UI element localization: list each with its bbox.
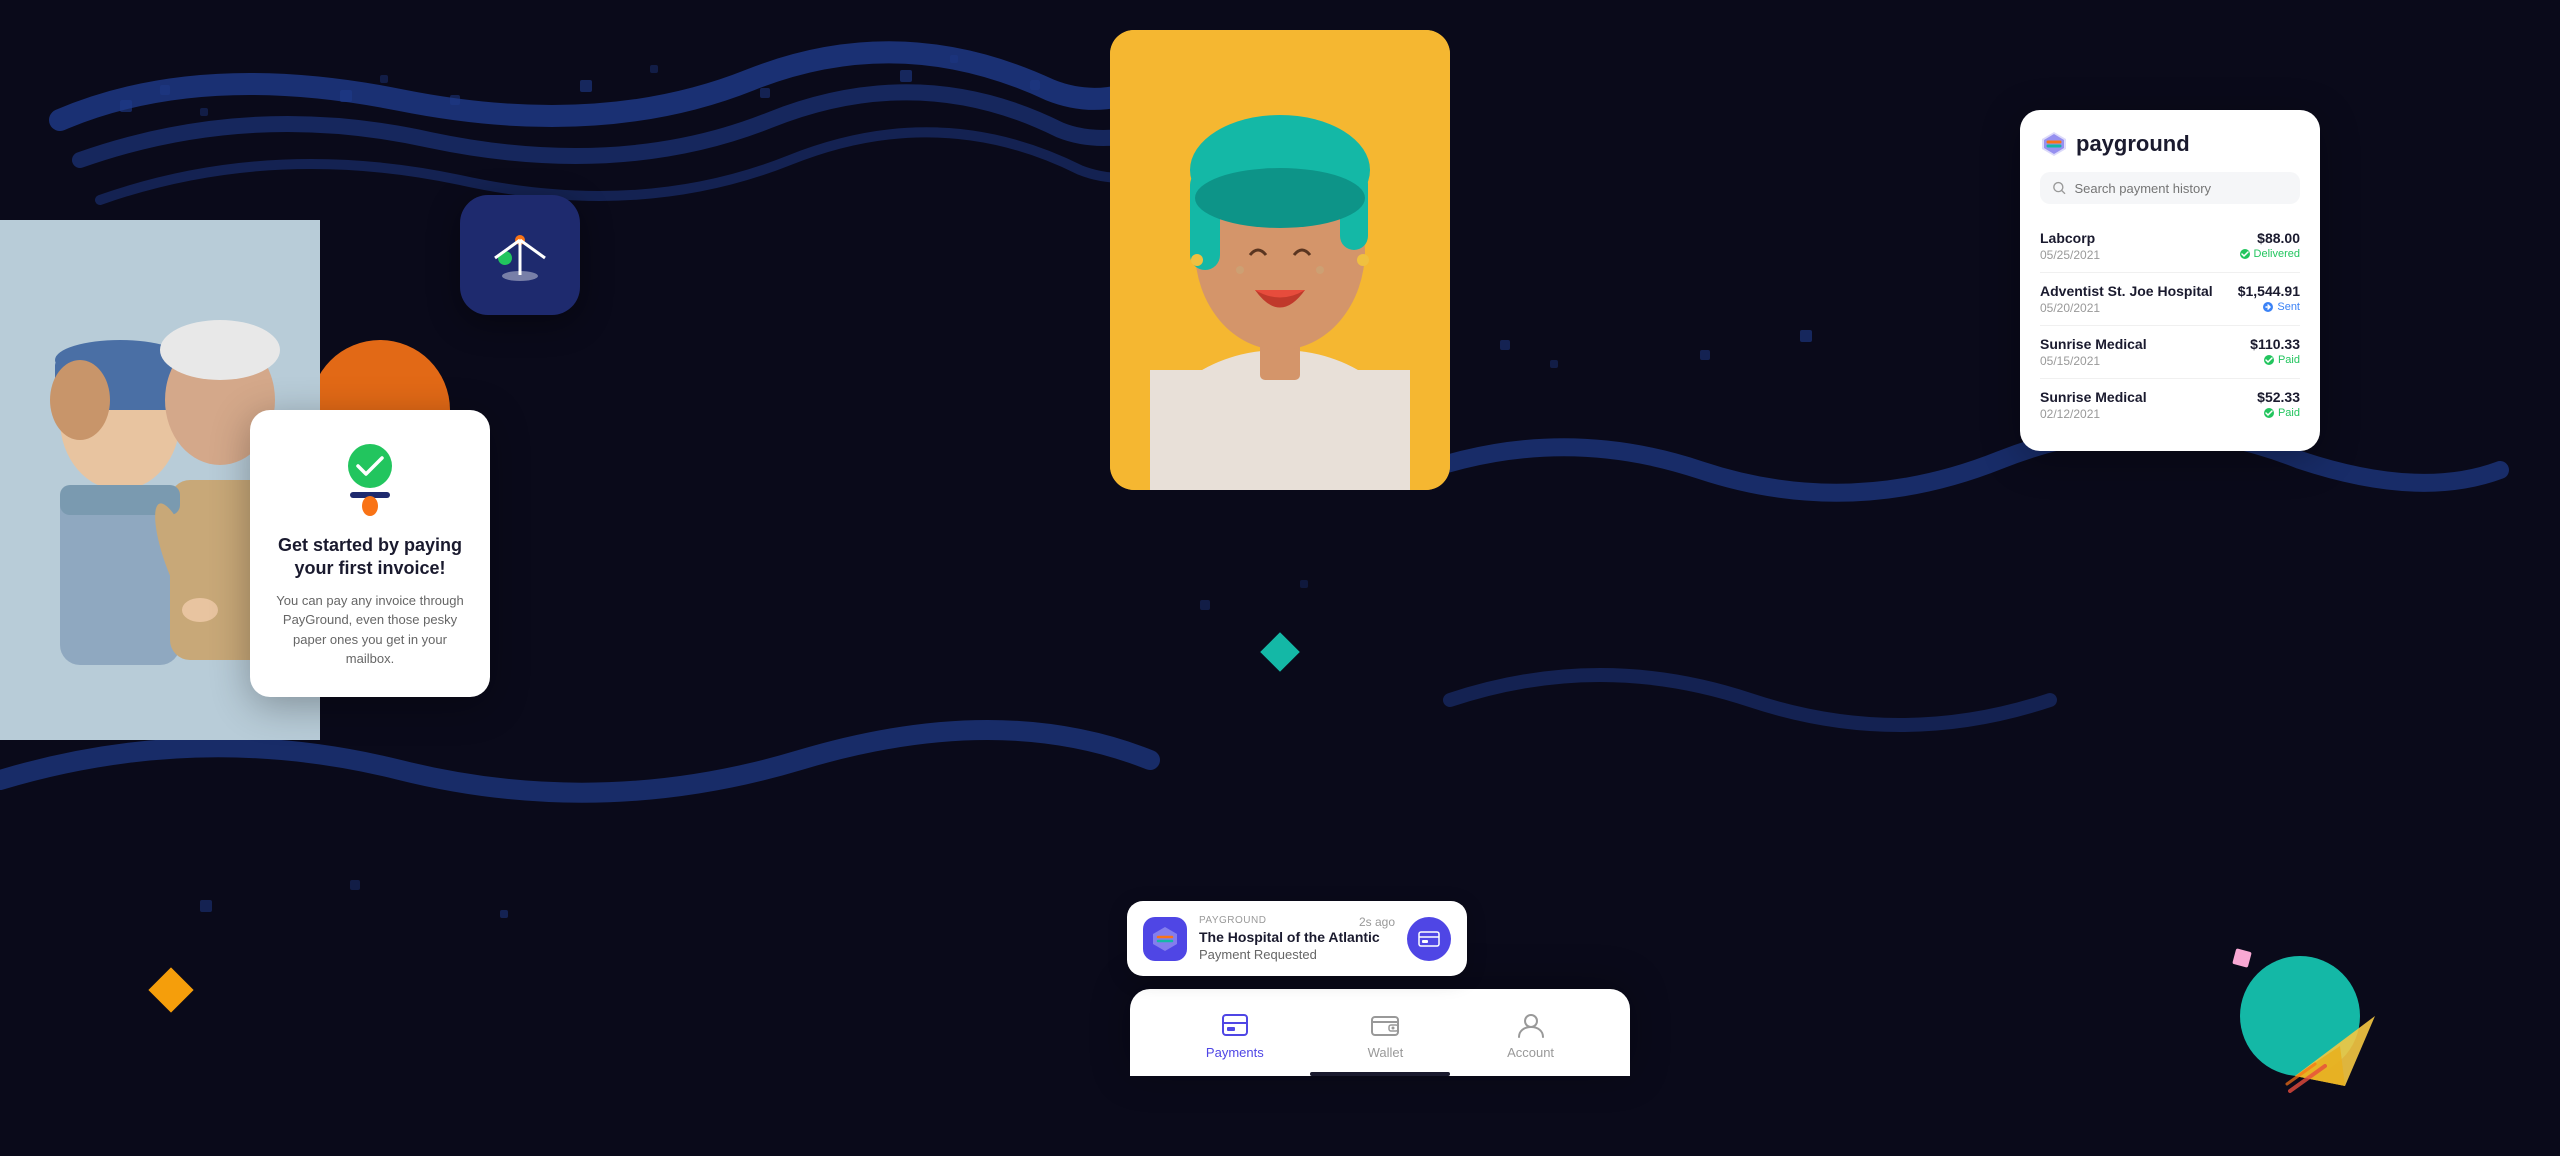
app-icon — [460, 195, 580, 315]
payments-icon — [1219, 1009, 1251, 1041]
payment-date-0: 05/25/2021 — [2040, 248, 2100, 262]
tab-indicator — [1310, 1072, 1450, 1076]
invoice-description: You can pay any invoice through PayGroun… — [274, 591, 466, 669]
wallet-tab-label: Wallet — [1368, 1045, 1404, 1060]
invoice-card: Get started by paying your first invoice… — [250, 410, 490, 697]
search-icon — [2052, 180, 2066, 196]
payments-tab-icon — [1219, 1009, 1251, 1041]
wallet-tab-icon — [1369, 1009, 1401, 1041]
payground-logo-text: payground — [2076, 131, 2190, 157]
notification-card: PAYGROUND 2s ago The Hospital of the Atl… — [1127, 901, 1467, 976]
payment-history-card: payground Labcorp 05/25/2021 $88.00 Deli… — [2020, 110, 2320, 451]
notification-provider: The Hospital of the Atlantic — [1199, 929, 1395, 945]
wallet-icon — [1369, 1009, 1401, 1041]
scale-icon — [485, 220, 555, 290]
notification-action: Payment Requested — [1199, 947, 1395, 962]
payment-date-2: 05/15/2021 — [2040, 354, 2147, 368]
payment-row-1: Adventist St. Joe Hospital 05/20/2021 $1… — [2040, 273, 2300, 326]
account-tab-label: Account — [1507, 1045, 1554, 1060]
center-photo-card — [1110, 30, 1450, 490]
status-3: Paid — [2257, 407, 2300, 419]
invoice-title: Get started by paying your first invoice… — [274, 534, 466, 581]
search-input[interactable] — [2074, 181, 2288, 196]
diamond-yellow — [148, 967, 193, 1012]
payment-icon — [1417, 927, 1441, 951]
mobile-bottom-nav: Payments Wallet — [1130, 989, 1630, 1076]
invoice-check-icon — [330, 438, 410, 518]
notification-pay-button[interactable] — [1407, 917, 1451, 961]
provider-name-3: Sunrise Medical — [2040, 389, 2147, 405]
provider-name-1: Adventist St. Joe Hospital — [2040, 283, 2213, 299]
payground-logo-icon — [2040, 130, 2068, 158]
pink-square-decoration — [2232, 948, 2252, 968]
scene: payground Labcorp 05/25/2021 $88.00 Deli… — [0, 0, 2560, 1156]
delivered-icon — [2239, 248, 2251, 260]
account-icon — [1515, 1009, 1547, 1041]
provider-name-2: Sunrise Medical — [2040, 336, 2147, 352]
provider-name-0: Labcorp — [2040, 230, 2100, 246]
paper-plane-decoration — [2285, 996, 2385, 1096]
paid-icon-3 — [2263, 407, 2275, 419]
payment-card-header: payground — [2040, 130, 2300, 158]
payment-date-1: 05/20/2021 — [2040, 301, 2213, 315]
notification-time: 2s ago — [1359, 915, 1395, 929]
notification-source: PAYGROUND — [1199, 915, 1266, 926]
payment-row-2: Sunrise Medical 05/15/2021 $110.33 Paid — [2040, 326, 2300, 379]
status-1: Sent — [2238, 301, 2300, 313]
search-bar[interactable] — [2040, 172, 2300, 204]
payment-row-0: Labcorp 05/25/2021 $88.00 Delivered — [2040, 220, 2300, 273]
payment-date-3: 02/12/2021 — [2040, 407, 2147, 421]
paid-icon-2 — [2263, 354, 2275, 366]
payment-row-3: Sunrise Medical 02/12/2021 $52.33 Paid — [2040, 379, 2300, 431]
mobile-tabs: Payments Wallet — [1154, 1009, 1606, 1060]
amount-3: $52.33 — [2257, 389, 2300, 405]
payments-tab-label: Payments — [1206, 1045, 1264, 1060]
sent-icon — [2262, 301, 2274, 313]
notification-content: PAYGROUND 2s ago The Hospital of the Atl… — [1199, 915, 1395, 962]
tab-payments[interactable]: Payments — [1186, 1009, 1284, 1060]
tab-wallet[interactable]: Wallet — [1348, 1009, 1424, 1060]
tab-account[interactable]: Account — [1487, 1009, 1574, 1060]
diamond-teal — [1260, 632, 1300, 672]
amount-2: $110.33 — [2250, 336, 2300, 352]
notification-app-icon — [1143, 917, 1187, 961]
woman-illustration — [1110, 30, 1450, 490]
invoice-icon-area — [274, 438, 466, 518]
account-tab-icon — [1515, 1009, 1547, 1041]
amount-0: $88.00 — [2239, 230, 2300, 246]
amount-1: $1,544.91 — [2238, 283, 2300, 299]
notification-payground-icon — [1151, 925, 1179, 953]
status-0: Delivered — [2239, 248, 2300, 260]
status-2: Paid — [2250, 354, 2300, 366]
